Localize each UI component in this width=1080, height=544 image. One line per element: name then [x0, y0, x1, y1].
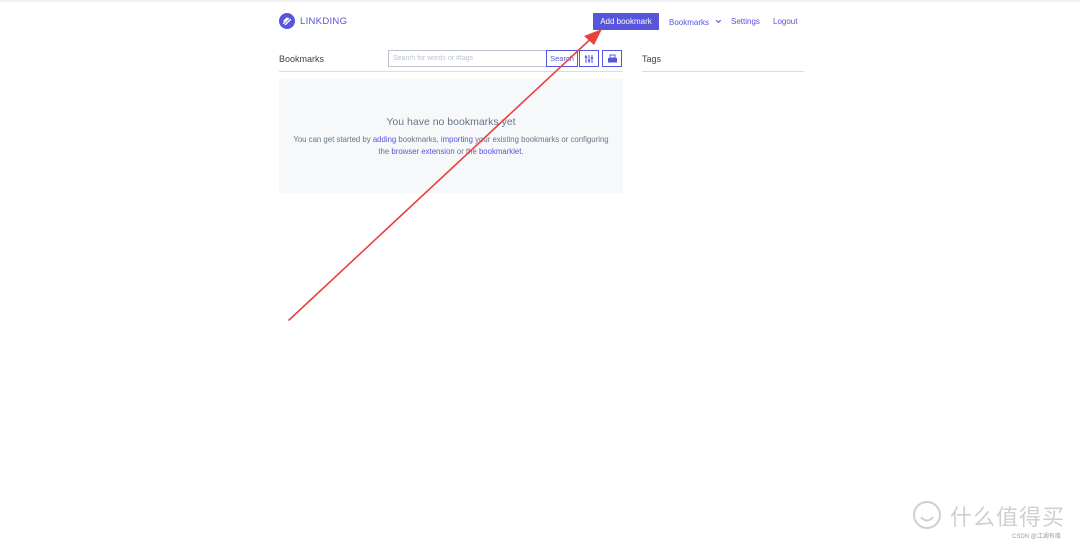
chevron-down-icon — [716, 19, 722, 24]
search-button[interactable]: Search — [546, 50, 578, 67]
search-input[interactable]: Search for words or #tags — [388, 50, 546, 67]
empty-state: You have no bookmarks yet You can get st… — [279, 79, 623, 193]
add-bookmark-button[interactable]: Add bookmark — [593, 13, 659, 30]
watermark-subtext: CSDN @江湖有缘 — [1012, 534, 1061, 540]
bulk-edit-icon — [607, 54, 617, 63]
empty-state-text: You can get started by adding bookmarks,… — [293, 134, 609, 158]
tags-heading: Tags — [642, 54, 662, 64]
bulk-edit-button[interactable] — [602, 50, 622, 67]
app-name[interactable]: LINKDING — [300, 16, 347, 27]
bookmarklet-link[interactable]: bookmarklet — [479, 147, 521, 156]
empty-text-part: or the — [454, 147, 479, 156]
nav-bookmarks-label: Bookmarks — [669, 18, 710, 27]
bookmarks-heading: Bookmarks — [279, 54, 325, 64]
importing-link[interactable]: importing — [441, 135, 473, 144]
watermark-logo-icon — [913, 501, 941, 529]
empty-text-part: . — [521, 147, 524, 156]
bookmarks-divider — [279, 71, 623, 72]
nav-settings-link[interactable]: Settings — [731, 17, 760, 26]
top-border — [0, 0, 1080, 2]
adding-link[interactable]: adding — [373, 135, 396, 144]
linkding-logo-icon — [279, 13, 295, 29]
arrow-head — [584, 29, 602, 45]
tags-divider — [642, 71, 804, 72]
empty-text-part: bookmarks, — [396, 135, 441, 144]
sliders-icon — [584, 54, 594, 63]
empty-text-part: You can get started by — [293, 135, 373, 144]
watermark-text: 什么值得买 — [950, 505, 1066, 530]
browser-extension-link[interactable]: browser extension — [391, 147, 454, 156]
nav-logout-link[interactable]: Logout — [773, 17, 797, 26]
filter-button[interactable] — [579, 50, 599, 67]
nav-bookmarks-dropdown[interactable]: Bookmarks — [669, 17, 723, 27]
empty-state-title: You have no bookmarks yet — [386, 116, 516, 128]
